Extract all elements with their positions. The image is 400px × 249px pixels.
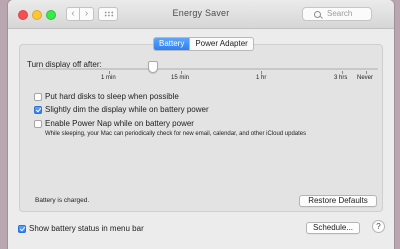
slider-tick xyxy=(109,71,110,74)
slider-tick-label: 15 min xyxy=(171,75,190,81)
power-nap-label: Enable Power Nap while on battery power xyxy=(45,119,194,128)
power-nap-checkbox[interactable] xyxy=(34,120,42,128)
dim-display-checkbox[interactable] xyxy=(34,106,42,114)
search-icon xyxy=(314,11,321,18)
battery-status-text: Battery is charged. xyxy=(35,197,90,204)
slider-tick xyxy=(342,71,343,74)
slider-tick-label: Never xyxy=(357,75,374,81)
display-off-slider-track[interactable] xyxy=(38,68,378,70)
search-placeholder: Search xyxy=(327,9,353,18)
tab-battery[interactable]: Battery xyxy=(154,38,190,50)
tab-power-adapter[interactable]: Power Adapter xyxy=(189,38,252,50)
power-source-tabs: Battery Power Adapter xyxy=(153,37,254,51)
dim-display-label: Slightly dim the display while on batter… xyxy=(45,105,209,114)
slider-tick-label: 1 hr xyxy=(256,75,267,81)
display-off-slider-thumb[interactable] xyxy=(148,61,158,73)
restore-defaults-button[interactable]: Restore Defaults xyxy=(299,195,377,207)
power-nap-description: While sleeping, your Mac can periodicall… xyxy=(45,131,307,137)
slider-tick xyxy=(366,71,367,74)
help-button[interactable]: ? xyxy=(372,220,385,233)
show-battery-status-checkbox[interactable] xyxy=(18,225,26,233)
slider-tick xyxy=(181,71,182,74)
hard-disk-sleep-checkbox[interactable] xyxy=(34,93,42,101)
slider-tick-label: 3 hrs xyxy=(334,75,348,81)
energy-saver-window: ‹ › Energy Saver Search Battery Power Ad… xyxy=(8,0,394,249)
show-battery-status-label: Show battery status in menu bar xyxy=(29,224,144,233)
title-bar: ‹ › Energy Saver Search xyxy=(8,0,394,29)
slider-tick-label: 1 min xyxy=(101,75,116,81)
slider-tick xyxy=(261,71,262,74)
hard-disk-sleep-label: Put hard disks to sleep when possible xyxy=(45,92,179,101)
schedule-button[interactable]: Schedule... xyxy=(306,222,360,234)
search-field[interactable]: Search xyxy=(302,7,372,21)
